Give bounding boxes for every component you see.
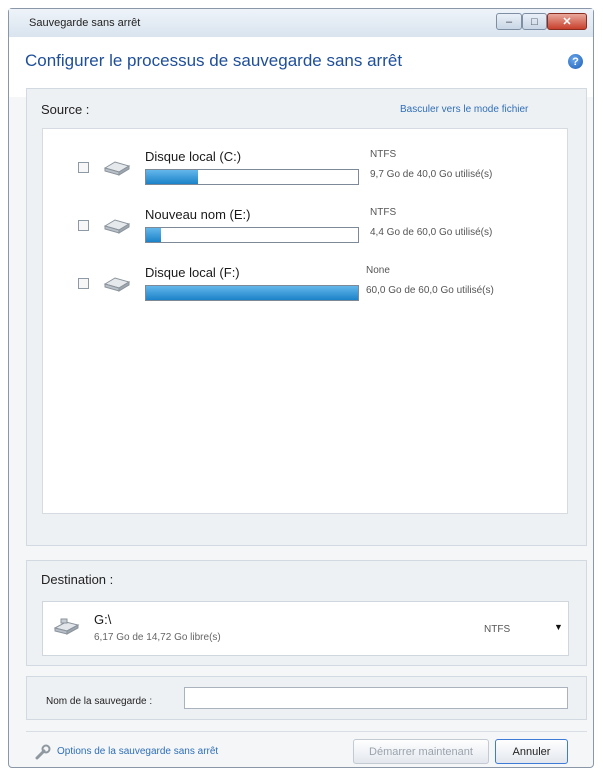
- maximize-icon: □: [531, 15, 538, 28]
- title-bar: Sauvegarde sans arrêt – □ ✕: [9, 9, 593, 38]
- window-title: Sauvegarde sans arrêt: [29, 17, 141, 29]
- drive-usage-bar-f: [145, 285, 359, 301]
- drive-list: [42, 128, 568, 514]
- maximize-button[interactable]: □: [522, 13, 547, 30]
- destination-drive-name: G:\: [94, 612, 112, 627]
- destination-free-space: 6,17 Go de 14,72 Go libre(s): [94, 632, 221, 643]
- backup-name-label: Nom de la sauvegarde :: [46, 696, 153, 707]
- drive-name-e: Nouveau nom (E:): [145, 207, 251, 222]
- drive-name-c: Disque local (C:): [145, 149, 242, 164]
- drive-name-f: Disque local (F:): [145, 265, 240, 280]
- cancel-button[interactable]: Annuler: [495, 739, 568, 764]
- hard-drive-icon: [103, 277, 131, 292]
- backup-options-link[interactable]: Options de la sauvegarde sans arrêt: [57, 746, 218, 757]
- drive-filesystem-c: NTFS: [370, 149, 397, 160]
- drive-checkbox-f[interactable]: [78, 278, 89, 289]
- close-icon: ✕: [562, 16, 572, 28]
- destination-filesystem: NTFS: [484, 624, 511, 635]
- help-icon[interactable]: ?: [568, 54, 583, 69]
- drive-usage-text-f: 60,0 Go de 60,0 Go utilisé(s): [366, 285, 494, 296]
- start-now-button[interactable]: Démarrer maintenant: [353, 739, 489, 764]
- drive-checkbox-c[interactable]: [78, 162, 89, 173]
- chevron-down-icon[interactable]: ▼: [554, 622, 563, 632]
- drive-usage-bar-c: [145, 169, 359, 185]
- hard-drive-icon: [103, 161, 131, 176]
- switch-to-file-mode-link[interactable]: Basculer vers le mode fichier: [400, 104, 528, 115]
- source-label: Source :: [41, 102, 90, 117]
- footer-divider: [26, 731, 587, 732]
- drive-usage-fill-f: [146, 286, 358, 300]
- drive-usage-fill-e: [146, 228, 162, 242]
- drive-usage-bar-e: [145, 227, 359, 243]
- destination-label: Destination :: [41, 572, 114, 587]
- page-title: Configurer le processus de sauvegarde sa…: [25, 51, 403, 70]
- minimize-icon: –: [505, 15, 513, 28]
- drive-usage-fill-c: [146, 170, 198, 184]
- wrench-icon: [35, 744, 51, 760]
- drive-usage-text-e: 4,4 Go de 60,0 Go utilisé(s): [370, 227, 493, 238]
- drive-usage-text-c: 9,7 Go de 40,0 Go utilisé(s): [370, 169, 493, 180]
- usb-drive-icon: [53, 618, 80, 635]
- drive-filesystem-f: None: [366, 265, 390, 276]
- backup-name-input[interactable]: [184, 687, 568, 709]
- close-button[interactable]: ✕: [547, 13, 587, 30]
- drive-filesystem-e: NTFS: [370, 207, 397, 218]
- drive-checkbox-e[interactable]: [78, 220, 89, 231]
- hard-drive-icon: [103, 219, 131, 234]
- minimize-button[interactable]: –: [496, 13, 522, 30]
